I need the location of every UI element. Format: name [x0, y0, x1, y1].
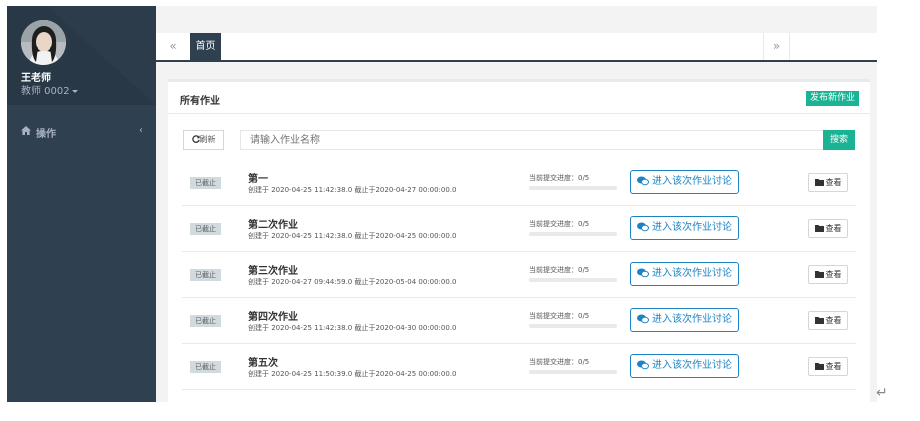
panel-header: 所有作业 发布新作业 — [168, 82, 870, 114]
homework-title[interactable]: 第二次作业 — [248, 216, 298, 231]
enter-discussion-button[interactable]: 进入该次作业讨论 — [630, 170, 739, 194]
chevron-left-icon: ‹ — [139, 125, 143, 136]
homework-row: 已截止 第三次作业 创建于 2020-04-27 09:44:59.0 截止于2… — [182, 252, 856, 298]
chat-bubbles-icon — [637, 268, 649, 278]
homework-title[interactable]: 第三次作业 — [248, 262, 298, 277]
view-button[interactable]: 查看 — [808, 311, 848, 330]
tab-scroll-right-button[interactable]: » — [763, 33, 790, 60]
homework-title[interactable]: 第五次 — [248, 354, 278, 369]
discussion-label: 进入该次作业讨论 — [652, 314, 732, 325]
refresh-label: 刷新 — [199, 135, 216, 144]
user-role-label: 教师 0002 — [21, 86, 70, 97]
publish-homework-button[interactable]: 发布新作业 — [805, 91, 859, 106]
avatar[interactable] — [21, 20, 66, 65]
folder-icon — [814, 271, 824, 278]
progress-label: 当前提交进度：0/5 — [529, 312, 590, 320]
tab-scroll-left-button[interactable]: « — [156, 33, 190, 60]
view-button[interactable]: 查看 — [808, 357, 848, 376]
view-button[interactable]: 查看 — [808, 173, 848, 192]
homework-title[interactable]: 第一 — [248, 170, 268, 185]
refresh-icon — [191, 135, 200, 143]
discussion-label: 进入该次作业讨论 — [652, 176, 732, 187]
tab-bar: « 首页 » — [156, 33, 877, 62]
view-button[interactable]: 查看 — [808, 265, 848, 284]
discussion-label: 进入该次作业讨论 — [652, 222, 732, 233]
folder-icon — [814, 225, 824, 232]
homework-row: 已截止 第四次作业 创建于 2020-04-25 11:42:38.0 截止于2… — [182, 298, 856, 344]
homework-title[interactable]: 第四次作业 — [248, 308, 298, 323]
home-icon — [21, 126, 31, 135]
progress-bar — [529, 186, 617, 190]
folder-icon — [814, 363, 824, 370]
progress-label: 当前提交进度：0/5 — [529, 220, 590, 228]
progress-label: 当前提交进度：0/5 — [529, 266, 590, 274]
homework-meta: 创建于 2020-04-25 11:50:39.0 截止于2020-04-25 … — [248, 370, 457, 378]
view-label: 查看 — [825, 270, 842, 279]
view-label: 查看 — [825, 224, 842, 233]
panel-title: 所有作业 — [180, 96, 220, 107]
chat-bubbles-icon — [637, 360, 649, 370]
progress-label: 当前提交进度：0/5 — [529, 174, 590, 182]
discussion-label: 进入该次作业讨论 — [652, 268, 732, 279]
status-badge: 已截止 — [190, 269, 221, 281]
homework-row: 已截止 第一 创建于 2020-04-25 11:42:38.0 截止于2020… — [182, 160, 856, 206]
enter-discussion-button[interactable]: 进入该次作业讨论 — [630, 216, 739, 240]
caret-down-icon — [71, 89, 78, 93]
status-badge: 已截止 — [190, 177, 221, 189]
folder-icon — [814, 179, 824, 186]
view-button[interactable]: 查看 — [808, 219, 848, 238]
user-profile: 王老师 教师 0002 — [7, 6, 156, 105]
view-label: 查看 — [825, 362, 842, 371]
homework-list: 已截止 第一 创建于 2020-04-25 11:42:38.0 截止于2020… — [182, 160, 856, 390]
folder-icon — [814, 317, 824, 324]
search-button[interactable]: 搜索 — [823, 130, 855, 150]
status-badge: 已截止 — [190, 223, 221, 235]
tab-home[interactable]: 首页 — [190, 33, 221, 60]
return-arrow-icon: ↵ — [876, 385, 888, 401]
enter-discussion-button[interactable]: 进入该次作业讨论 — [630, 308, 739, 332]
progress-label: 当前提交进度：0/5 — [529, 358, 590, 366]
enter-discussion-button[interactable]: 进入该次作业讨论 — [630, 354, 739, 378]
sidebar: 王老师 教师 0002 操作 ‹ — [7, 6, 156, 402]
homework-meta: 创建于 2020-04-25 11:42:38.0 截止于2020-04-30 … — [248, 324, 457, 332]
homework-panel: 所有作业 发布新作业 刷新 搜索 已截止 第一 创建于 2020-04-25 1… — [168, 79, 870, 402]
homework-row: 已截止 第二次作业 创建于 2020-04-25 11:42:38.0 截止于2… — [182, 206, 856, 252]
progress-bar — [529, 324, 617, 328]
homework-meta: 创建于 2020-04-27 09:44:59.0 截止于2020-05-04 … — [248, 278, 457, 286]
sidebar-item-operations[interactable]: 操作 ‹ — [7, 118, 156, 144]
chat-bubbles-icon — [637, 176, 649, 186]
status-badge: 已截止 — [190, 361, 221, 373]
progress-bar — [529, 370, 617, 374]
homework-row: 已截止 第五次 创建于 2020-04-25 11:50:39.0 截止于202… — [182, 344, 856, 390]
view-label: 查看 — [825, 178, 842, 187]
enter-discussion-button[interactable]: 进入该次作业讨论 — [630, 262, 739, 286]
app-frame: 王老师 教师 0002 操作 ‹ « 首页 » 所有作业 发布新作业 刷新 搜索 — [7, 6, 877, 402]
chat-bubbles-icon — [637, 222, 649, 232]
discussion-label: 进入该次作业讨论 — [652, 360, 732, 371]
status-badge: 已截止 — [190, 315, 221, 327]
homework-meta: 创建于 2020-04-25 11:42:38.0 截止于2020-04-25 … — [248, 232, 457, 240]
progress-bar — [529, 278, 617, 282]
chat-bubbles-icon — [637, 314, 649, 324]
refresh-button[interactable]: 刷新 — [183, 130, 224, 150]
user-role-dropdown[interactable]: 教师 0002 — [21, 82, 78, 97]
avatar-image — [21, 20, 66, 65]
view-label: 查看 — [825, 316, 842, 325]
homework-meta: 创建于 2020-04-25 11:42:38.0 截止于2020-04-27 … — [248, 186, 457, 194]
search-input[interactable] — [240, 130, 824, 150]
sidebar-item-label: 操作 — [36, 129, 56, 140]
progress-bar — [529, 232, 617, 236]
